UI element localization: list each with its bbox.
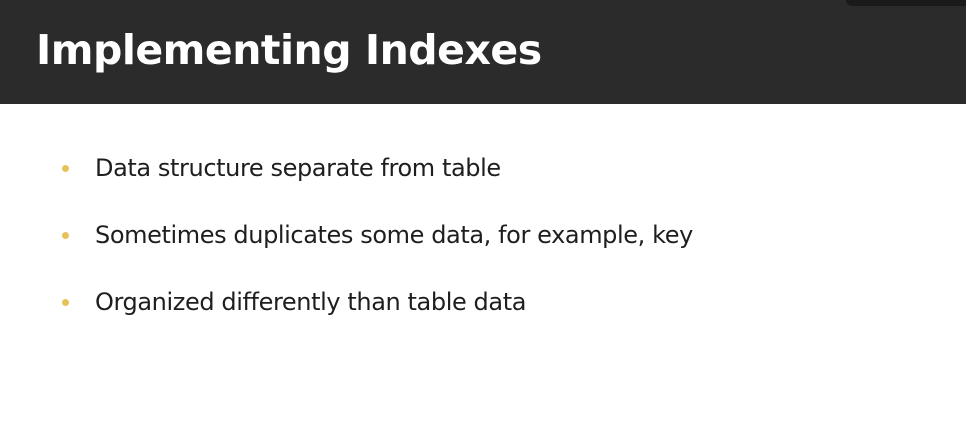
corner-decoration: [846, 0, 966, 6]
bullet-item: Sometimes duplicates some data, for exam…: [62, 215, 693, 255]
bullet-item: Data structure separate from table: [62, 148, 693, 188]
bullet-text: Data structure separate from table: [95, 154, 501, 182]
bullet-text: Sometimes duplicates some data, for exam…: [95, 221, 693, 249]
bullet-dot-icon: [62, 164, 69, 172]
bullet-item: Organized differently than table data: [62, 282, 693, 322]
bullet-dot-icon: [62, 231, 69, 239]
slide: Implementing Indexes Data structure sepa…: [0, 0, 966, 436]
bullet-dot-icon: [62, 298, 69, 306]
slide-title: Implementing Indexes: [36, 26, 542, 74]
bullet-list: Data structure separate from table Somet…: [62, 148, 693, 349]
title-bar: Implementing Indexes: [0, 0, 966, 104]
bullet-text: Organized differently than table data: [95, 288, 527, 316]
